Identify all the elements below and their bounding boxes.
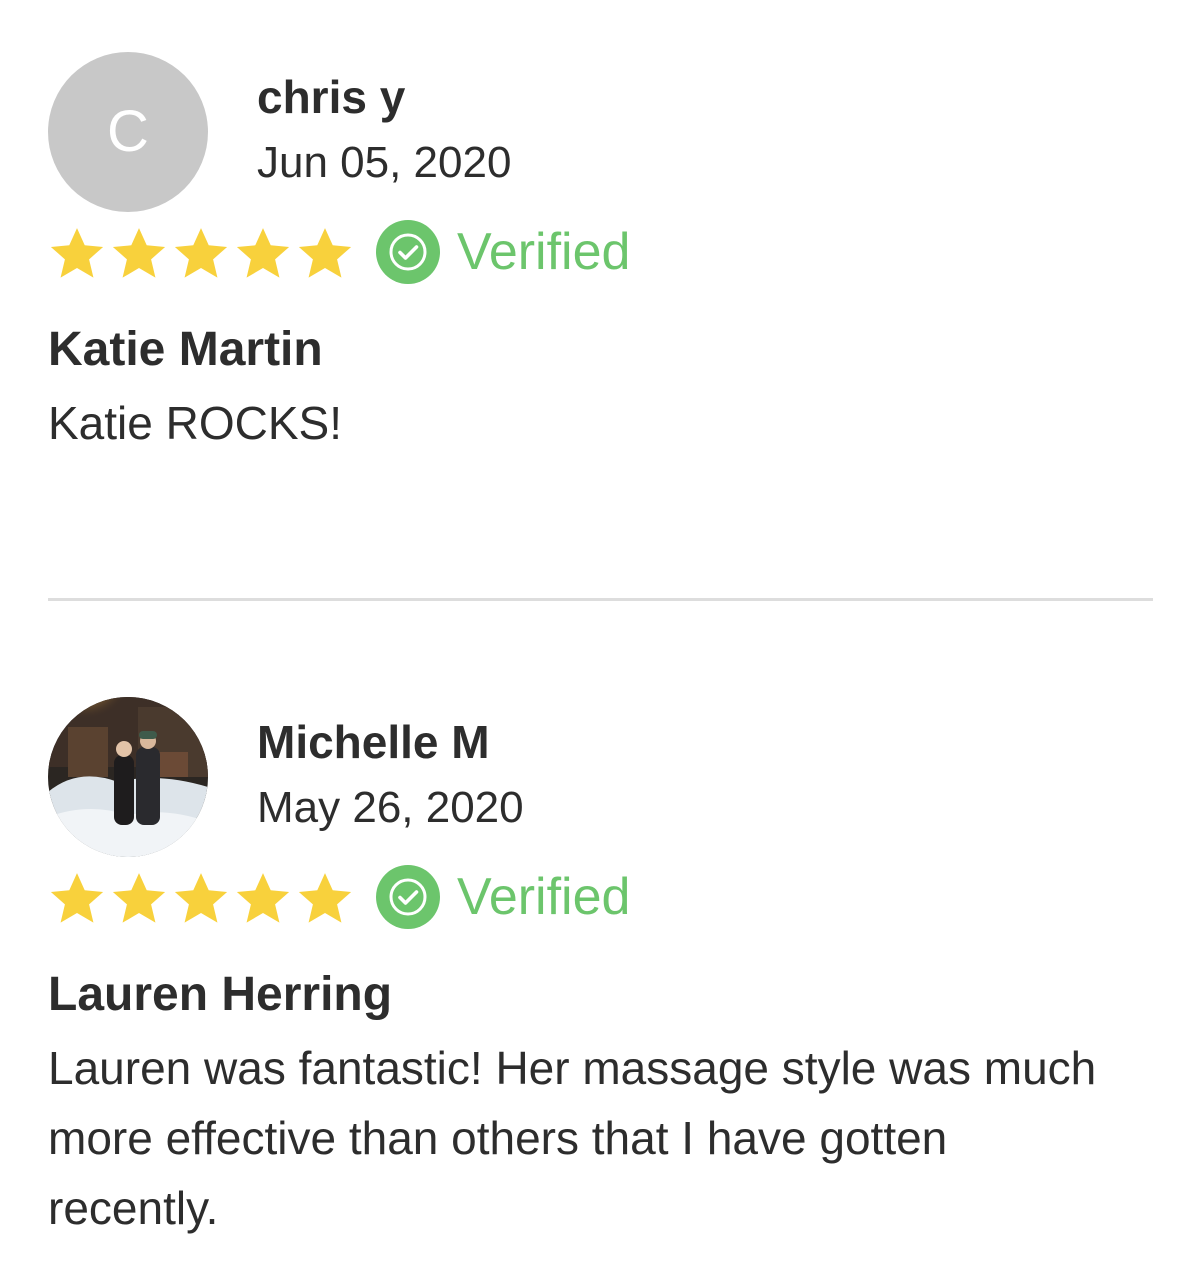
review-date: May 26, 2020 — [257, 783, 524, 832]
provider-name[interactable]: Lauren Herring — [48, 965, 1153, 1025]
star-icon — [48, 226, 106, 282]
star-icon — [172, 871, 230, 927]
avatar[interactable]: C — [48, 52, 208, 212]
rating-row: Verified — [48, 865, 1153, 937]
avatar-initial: C — [107, 99, 149, 164]
star-icon — [296, 871, 354, 927]
rating-row: Verified — [48, 220, 1153, 292]
review-card: Michelle M May 26, 2020 Verified Lauren … — [48, 697, 1153, 1243]
avatar[interactable] — [48, 697, 208, 857]
review-card: C chris y Jun 05, 2020 Verified Katie Ma… — [48, 52, 1153, 458]
star-icon — [48, 871, 106, 927]
review-date: Jun 05, 2020 — [257, 138, 512, 187]
star-rating — [48, 871, 354, 927]
avatar-photo — [48, 697, 208, 857]
star-icon — [296, 226, 354, 282]
review-header: C chris y Jun 05, 2020 — [48, 52, 1153, 214]
verified-label: Verified — [457, 223, 631, 281]
reviewer-name[interactable]: Michelle M — [257, 715, 490, 769]
star-icon — [172, 226, 230, 282]
star-icon — [234, 871, 292, 927]
star-icon — [110, 226, 168, 282]
review-divider — [48, 598, 1153, 601]
review-header: Michelle M May 26, 2020 — [48, 697, 1153, 859]
review-text: Lauren was fantastic! Her massage style … — [48, 1042, 1097, 1234]
star-icon — [234, 226, 292, 282]
reviewer-name[interactable]: chris y — [257, 70, 405, 124]
star-icon — [110, 871, 168, 927]
star-rating — [48, 226, 354, 282]
verified-check-icon — [376, 865, 440, 929]
provider-name[interactable]: Katie Martin — [48, 320, 1153, 380]
verified-check-icon — [376, 220, 440, 284]
review-text: Katie ROCKS! — [48, 397, 342, 449]
verified-label: Verified — [457, 868, 631, 926]
